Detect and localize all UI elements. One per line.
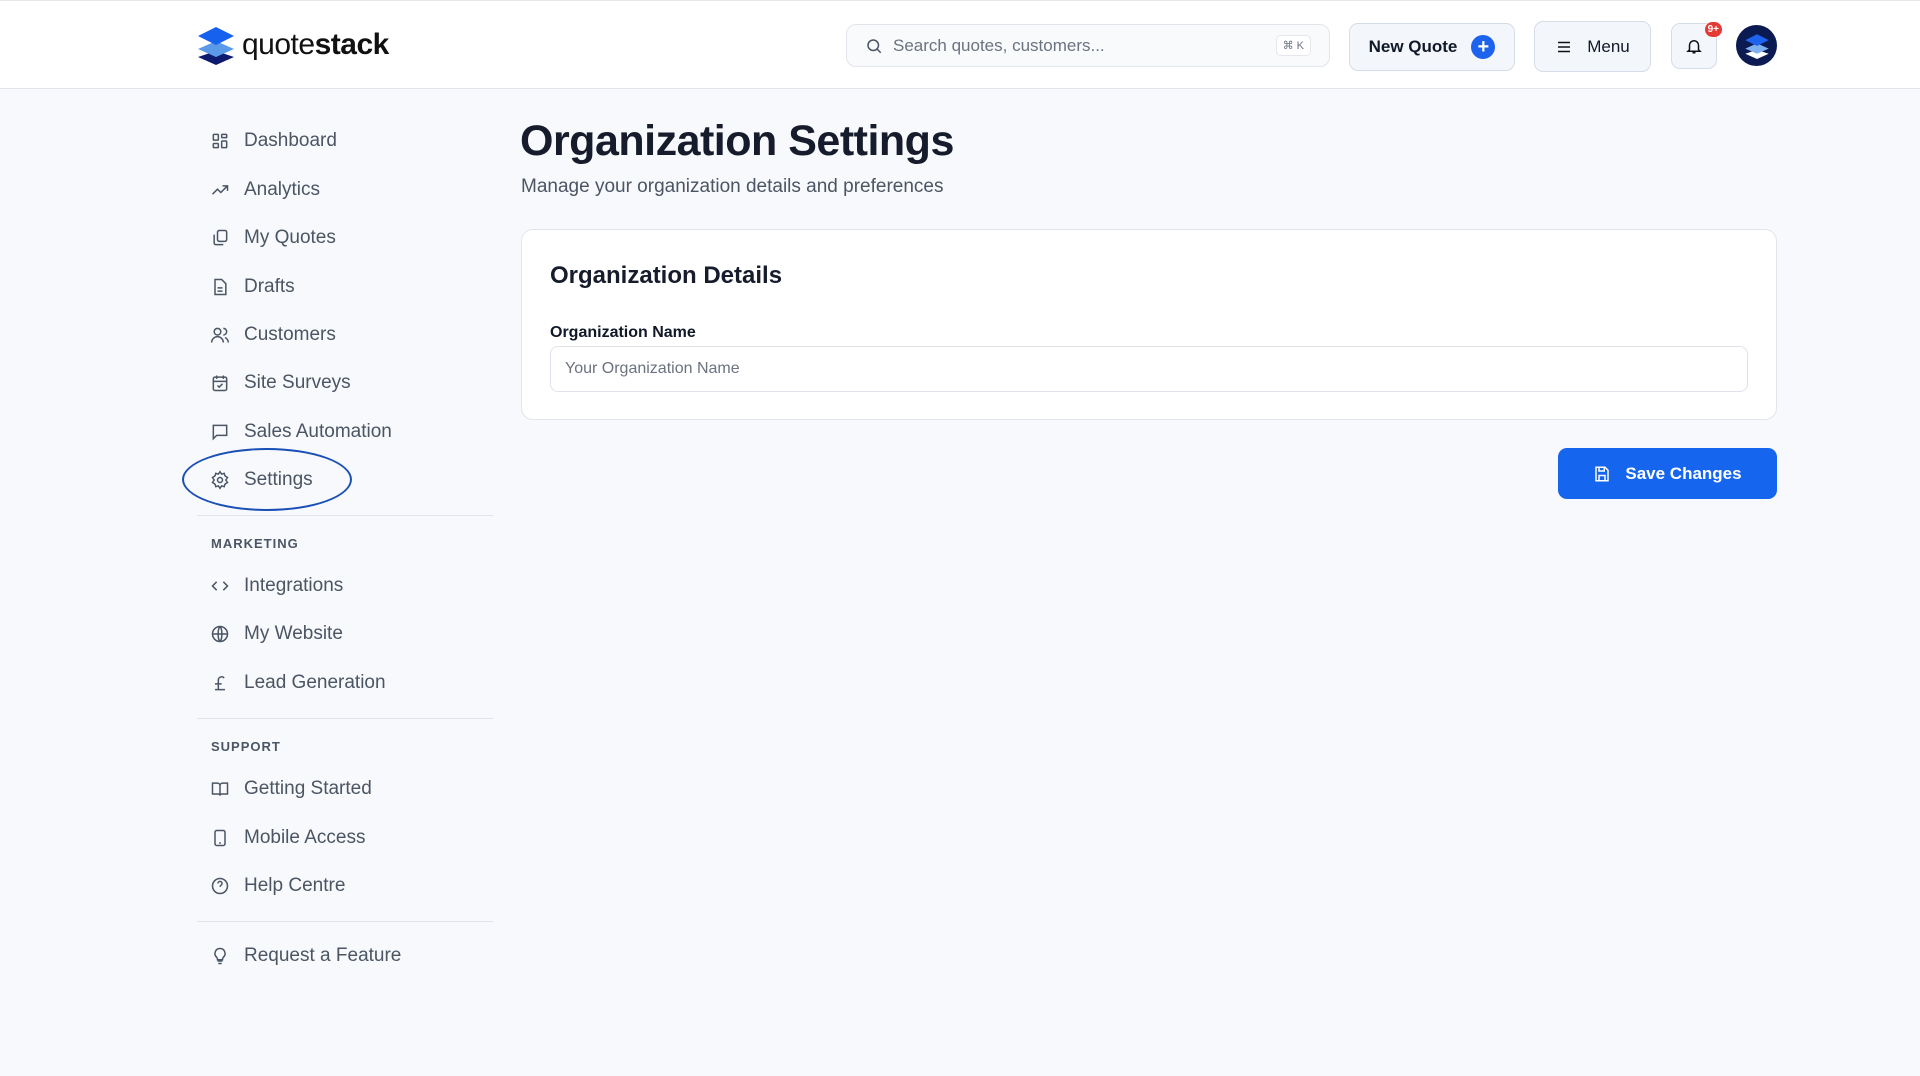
sidebar-item-analytics[interactable]: Analytics xyxy=(210,170,320,210)
sidebar-item-my-quotes[interactable]: My Quotes xyxy=(210,218,336,258)
plus-icon: + xyxy=(1471,35,1496,59)
dashboard-icon xyxy=(212,133,228,149)
sidebar-item-label: Dashboard xyxy=(244,130,337,151)
save-icon xyxy=(1595,466,1610,481)
sidebar-item-label: Customers xyxy=(244,324,336,345)
org-name-input[interactable] xyxy=(550,346,1748,392)
lightbulb-icon xyxy=(214,947,226,965)
sidebar-item-label: Analytics xyxy=(244,179,321,200)
phone-icon xyxy=(214,829,226,847)
sidebar-item-lead-generation[interactable]: Lead Generation xyxy=(210,663,386,703)
code-icon xyxy=(211,581,229,591)
pound-icon xyxy=(215,676,225,691)
settings-highlight-annotation xyxy=(182,448,352,511)
sidebar-item-mobile-access[interactable]: Mobile Access xyxy=(210,818,365,858)
calendar-check-icon xyxy=(212,375,228,392)
hamburger-icon xyxy=(1558,41,1571,52)
sidebar-item-site-surveys[interactable]: Site Surveys xyxy=(210,363,351,403)
users-icon xyxy=(210,327,230,343)
search-placeholder: Search quotes, customers... xyxy=(893,35,1105,55)
sidebar-item-label: Drafts xyxy=(244,276,295,297)
marketing-heading: MARKETING xyxy=(211,536,299,551)
new-quote-label: New Quote xyxy=(1368,37,1458,56)
help-icon xyxy=(211,877,229,895)
sidebar-item-label: Integrations xyxy=(244,575,344,596)
search-input[interactable]: Search quotes, customers... ⌘ K xyxy=(846,24,1330,67)
top-header: quotestack Search quotes, customers... ⌘… xyxy=(0,0,1920,89)
card-title: Organization Details xyxy=(550,262,783,289)
quotes-icon xyxy=(213,229,228,246)
search-icon xyxy=(867,38,882,53)
sidebar-item-drafts[interactable]: Drafts xyxy=(210,267,295,307)
save-changes-button[interactable]: Save Changes xyxy=(1558,448,1777,499)
sidebar-item-sales-automation[interactable]: Sales Automation xyxy=(210,412,392,452)
menu-button[interactable]: Menu xyxy=(1534,21,1651,72)
save-label: Save Changes xyxy=(1625,463,1742,483)
organization-details-card: Organization Details Organization Name xyxy=(521,229,1777,420)
file-icon xyxy=(214,278,227,296)
avatar-logo-icon xyxy=(1744,33,1769,59)
sidebar-item-label: My Quotes xyxy=(244,227,336,248)
sidebar-item-label: Sales Automation xyxy=(244,421,392,442)
sidebar-item-dashboard[interactable]: Dashboard xyxy=(210,121,337,161)
book-icon xyxy=(211,782,229,796)
logo-icon xyxy=(198,27,234,65)
sidebar-item-customers[interactable]: Customers xyxy=(210,315,336,355)
org-name-label: Organization Name xyxy=(550,324,696,341)
brand-name: quotestack xyxy=(242,28,389,61)
search-shortcut: ⌘ K xyxy=(1275,35,1311,56)
menu-label: Menu xyxy=(1587,36,1630,56)
sidebar-divider xyxy=(197,921,493,922)
sidebar-item-my-website[interactable]: My Website xyxy=(210,614,343,654)
sidebar-item-label: Getting Started xyxy=(244,778,372,799)
page-subtitle: Manage your organization details and pre… xyxy=(521,176,944,197)
sidebar-divider xyxy=(197,718,493,719)
sidebar-divider xyxy=(197,515,493,516)
sidebar-item-label: Help Centre xyxy=(244,875,346,896)
sidebar-item-getting-started[interactable]: Getting Started xyxy=(210,769,372,809)
sidebar-item-label: Lead Generation xyxy=(244,672,386,693)
sidebar-item-label: Mobile Access xyxy=(244,827,366,848)
notifications-button[interactable]: 9+ xyxy=(1671,22,1722,69)
globe-icon xyxy=(211,625,229,643)
trending-up-icon xyxy=(211,185,229,195)
sidebar-item-label: Request a Feature xyxy=(244,945,402,966)
message-icon xyxy=(212,424,228,441)
support-heading: SUPPORT xyxy=(211,739,281,754)
new-quote-button[interactable]: New Quote + xyxy=(1349,23,1515,71)
bell-icon xyxy=(1686,40,1702,54)
sidebar-item-label: Site Surveys xyxy=(244,372,351,393)
brand-logo[interactable]: quotestack xyxy=(196,25,389,65)
sidebar-item-label: My Website xyxy=(244,623,343,644)
sidebar-item-request-feature[interactable]: Request a Feature xyxy=(210,936,401,976)
user-avatar[interactable] xyxy=(1736,25,1777,66)
sidebar-item-integrations[interactable]: Integrations xyxy=(210,566,343,606)
notification-badge: 9+ xyxy=(1704,22,1722,37)
sidebar-item-help-centre[interactable]: Help Centre xyxy=(210,866,345,906)
page-title: Organization Settings xyxy=(520,117,954,165)
